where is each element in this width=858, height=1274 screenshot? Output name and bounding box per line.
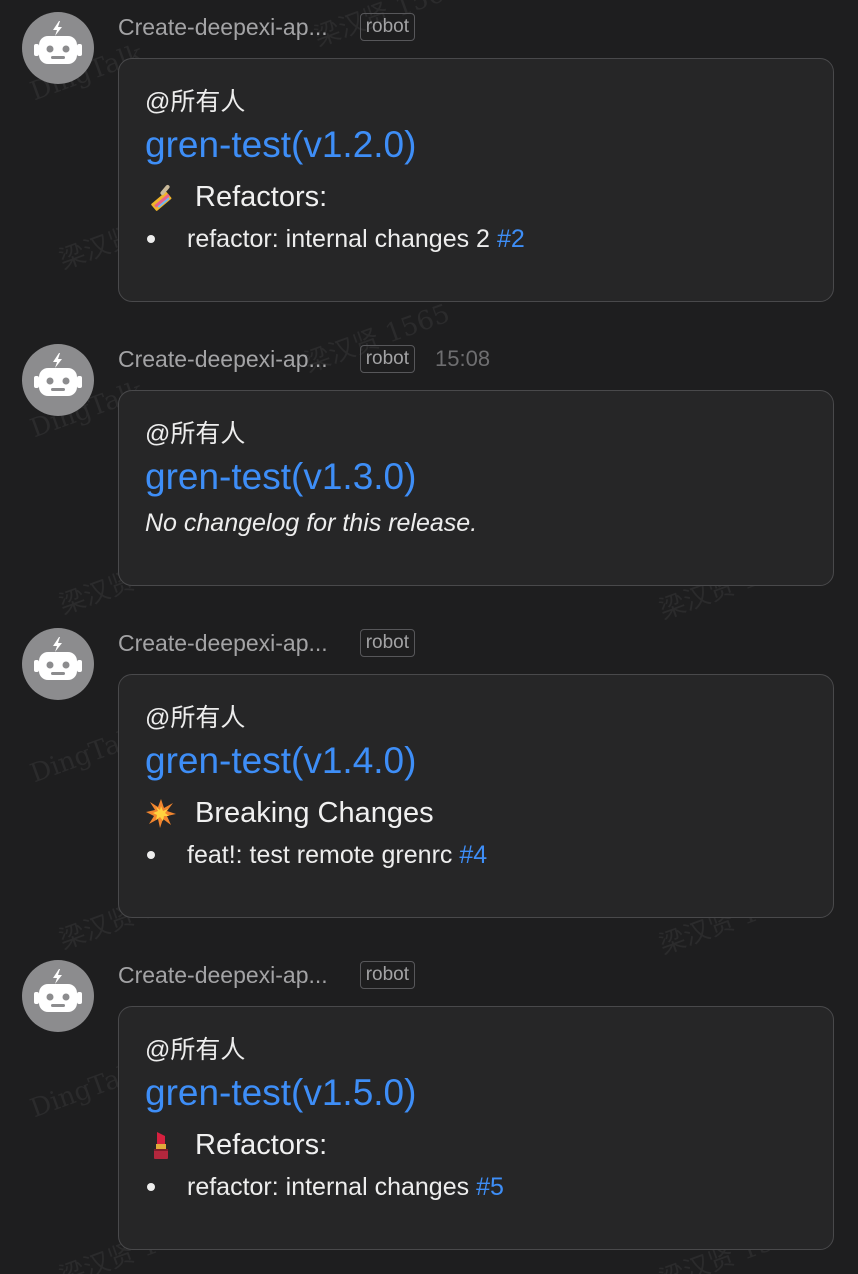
release-title-link[interactable]: gren-test(v1.5.0) xyxy=(145,1071,833,1115)
robot-avatar[interactable] xyxy=(22,12,94,84)
section-heading: Breaking Changes xyxy=(145,795,833,831)
bullet-icon xyxy=(147,235,155,243)
section-heading: Refactors: xyxy=(145,1127,833,1163)
mention-all: @所有人 xyxy=(145,1036,246,1064)
sender-row: Create-deepexi-ap... robot xyxy=(118,628,415,658)
pr-link[interactable]: #2 xyxy=(497,223,525,255)
sender-name[interactable]: Create-deepexi-ap... xyxy=(118,346,328,373)
sender-row: Create-deepexi-ap... robot 15:08 xyxy=(118,344,490,374)
no-changelog-note: No changelog for this release. xyxy=(145,509,478,537)
change-text: feat!: test remote grenrc xyxy=(187,841,453,869)
mention-all: @所有人 xyxy=(145,420,246,448)
list-item: refactor: internal changes 2 #2 xyxy=(145,223,833,255)
mention-all: @所有人 xyxy=(145,88,246,116)
pr-link[interactable]: #5 xyxy=(476,1171,504,1203)
robot-icon xyxy=(34,21,82,64)
section-heading: Refactors: xyxy=(145,179,833,215)
collision-emoji-icon xyxy=(145,797,177,829)
list-item: feat!: test remote grenrc #4 xyxy=(145,839,833,871)
robot-badge: robot xyxy=(359,961,415,989)
robot-icon xyxy=(34,637,82,680)
mention-all: @所有人 xyxy=(145,704,246,732)
section-title: Breaking Changes xyxy=(195,797,434,829)
lipstick-emoji-icon xyxy=(145,1129,177,1161)
robot-badge: robot xyxy=(359,629,415,657)
message-bubble: @所有人 gren-test(v1.4.0) Breaking Changes … xyxy=(118,674,834,918)
robot-badge: robot xyxy=(359,345,415,373)
sender-name[interactable]: Create-deepexi-ap... xyxy=(118,962,328,989)
sender-name[interactable]: Create-deepexi-ap... xyxy=(118,14,328,41)
release-title-link[interactable]: gren-test(v1.2.0) xyxy=(145,123,833,167)
sender-name[interactable]: Create-deepexi-ap... xyxy=(118,630,328,657)
robot-icon xyxy=(34,353,82,396)
robot-badge: robot xyxy=(359,13,415,41)
chat-window: 梁汉贤 1565 DingTalk 梁汉贤 1565 梁汉贤 1565 Ding… xyxy=(0,0,858,1274)
release-title-link[interactable]: gren-test(v1.3.0) xyxy=(145,455,833,499)
bullet-icon xyxy=(147,851,155,859)
brush-emoji-icon xyxy=(145,181,177,213)
message-bubble: @所有人 gren-test(v1.3.0) No changelog for … xyxy=(118,390,834,586)
list-item: refactor: internal changes #5 xyxy=(145,1171,833,1203)
change-text: refactor: internal changes xyxy=(187,1173,470,1201)
message-bubble: @所有人 gren-test(v1.5.0) Refactors: refact… xyxy=(118,1006,834,1250)
robot-avatar[interactable] xyxy=(22,344,94,416)
sender-row: Create-deepexi-ap... robot xyxy=(118,960,415,990)
change-text: refactor: internal changes 2 xyxy=(187,225,490,253)
robot-avatar[interactable] xyxy=(22,960,94,1032)
message-time: 15:08 xyxy=(435,346,491,371)
bullet-icon xyxy=(147,1183,155,1191)
section-title: Refactors: xyxy=(195,1129,328,1161)
robot-icon xyxy=(34,969,82,1012)
section-title: Refactors: xyxy=(195,181,328,213)
release-title-link[interactable]: gren-test(v1.4.0) xyxy=(145,739,833,783)
robot-avatar[interactable] xyxy=(22,628,94,700)
pr-link[interactable]: #4 xyxy=(459,839,487,871)
sender-row: Create-deepexi-ap... robot xyxy=(118,12,415,42)
message-bubble: @所有人 gren-test(v1.2.0) Refactors: refact… xyxy=(118,58,834,302)
